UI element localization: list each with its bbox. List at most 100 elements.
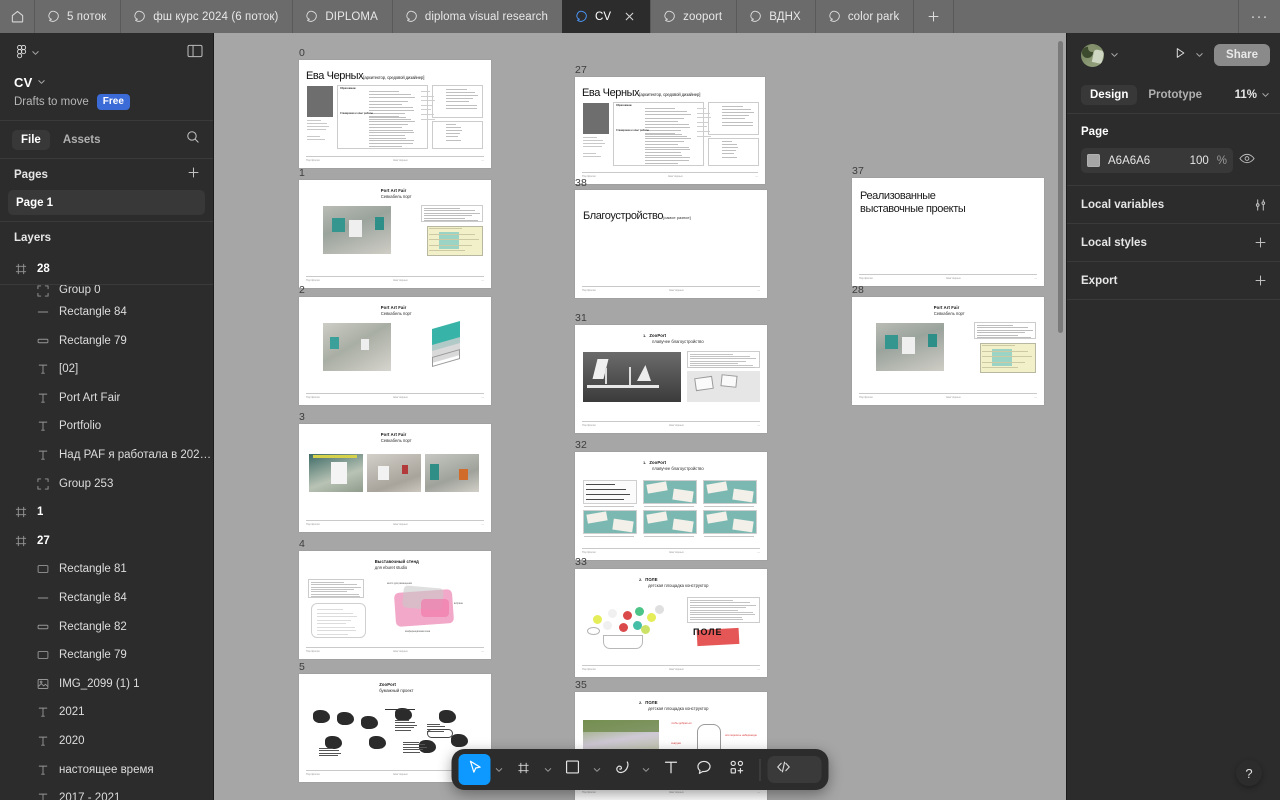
present-options-chevron-icon[interactable] xyxy=(1195,46,1204,64)
add-page-button[interactable] xyxy=(183,165,203,185)
main-menu-button[interactable] xyxy=(14,44,40,62)
section-local-variables[interactable]: Local variables xyxy=(1067,186,1280,223)
frame-label[interactable]: 35 xyxy=(575,679,587,691)
canvas-frame[interactable]: 32 1. ZooPort плавучее благоустройство Портф… xyxy=(575,439,767,560)
tab-color-park[interactable]: color park xyxy=(814,0,914,33)
layer-row[interactable]: настоящее время xyxy=(0,755,213,784)
frame-content[interactable]: Port Art Fair Севкабель порт Портфолио Ева … xyxy=(852,297,1044,405)
shape-tool[interactable] xyxy=(557,754,589,785)
actions-tool[interactable] xyxy=(721,754,753,785)
tab-design[interactable]: Design xyxy=(1081,85,1138,105)
chevron-down-icon[interactable] xyxy=(1110,46,1119,64)
frame-label[interactable]: 2 xyxy=(299,284,305,296)
layer-row[interactable]: 27 xyxy=(0,526,213,555)
tab-overflow-menu-button[interactable]: ··· xyxy=(1238,0,1280,33)
canvas-vertical-scrollbar[interactable] xyxy=(1058,41,1063,333)
frame-content[interactable]: Ева Черных[архитектор, средовой дизайнер… xyxy=(299,60,491,168)
frame-label[interactable]: 33 xyxy=(575,556,587,568)
present-button[interactable] xyxy=(1171,44,1189,67)
layer-row[interactable]: Rectangle 81 xyxy=(0,555,213,584)
layer-row[interactable]: Rectangle 84 xyxy=(0,298,213,327)
layer-row[interactable]: 2017 - 2021 xyxy=(0,784,213,800)
plus-icon[interactable] xyxy=(1250,271,1270,291)
share-button[interactable]: Share xyxy=(1214,44,1270,66)
tab-diploma[interactable]: DIPLOMA xyxy=(292,0,391,33)
frame-label[interactable]: 38 xyxy=(575,177,587,189)
canvas-frame[interactable]: 38 Благоустройство[самое разное] Портфолио… xyxy=(575,177,767,298)
page-fill-field[interactable]: A6A6A6 100 % xyxy=(1081,148,1233,173)
section-export[interactable]: Export xyxy=(1067,262,1280,299)
frame-label[interactable]: 32 xyxy=(575,439,587,451)
layer-row[interactable]: Rectangle 79 xyxy=(0,326,213,355)
frame-label[interactable]: 28 xyxy=(852,284,864,296)
tab-diploma-visual-research[interactable]: diploma visual research xyxy=(391,0,562,33)
help-button[interactable]: ? xyxy=(1236,760,1262,786)
tab-assets[interactable]: Assets xyxy=(54,130,110,150)
layer-row[interactable]: Portfolio xyxy=(0,412,213,441)
frame-label[interactable]: 3 xyxy=(299,411,305,423)
canvas-frame[interactable]: 0 Ева Черных[архитектор, средовой дизайне… xyxy=(299,47,491,168)
frame-label[interactable]: 4 xyxy=(299,538,305,550)
page-item-page-1[interactable]: Page 1 xyxy=(8,190,205,215)
frame-content[interactable]: Благоустройство[самое разное] Портфолио Ев… xyxy=(575,190,767,298)
text-tool[interactable] xyxy=(655,754,687,785)
shape-tool-options[interactable] xyxy=(590,754,605,785)
frame-content[interactable]: Выставочный стенд для eburet studio место … xyxy=(299,551,491,659)
canvas-frame[interactable]: 37 Реализованные выставочные проекты Портфо… xyxy=(852,165,1044,286)
tab-фш-курс-2024-6-поток[interactable]: фш курс 2024 (6 поток) xyxy=(120,0,292,33)
canvas-frame[interactable]: 33 2. ПОЛЕ детская площадка конструктор ПОЛЕ… xyxy=(575,556,767,677)
canvas-frame[interactable]: 27 Ева Черных[архитектор, средовой дизайн… xyxy=(575,64,765,184)
canvas-frame[interactable]: 28 Port Art Fair Севкабель порт Портфолио Ев… xyxy=(852,284,1044,405)
frame-content[interactable]: Port Art Fair Севкабель порт Портфолио Ева … xyxy=(299,180,491,288)
frame-label[interactable]: 37 xyxy=(852,165,864,177)
new-tab-button[interactable] xyxy=(913,0,953,33)
tab-prototype[interactable]: Prototype xyxy=(1139,85,1211,105)
layer-row[interactable]: Rectangle 79 xyxy=(0,641,213,670)
frame-content[interactable]: Port Art Fair Севкабель порт Портфолио Ева … xyxy=(299,424,491,532)
tab-file[interactable]: File xyxy=(12,129,50,150)
layer-row[interactable]: 1 xyxy=(0,498,213,527)
canvas-frame[interactable]: 1 Port Art Fair Севкабель порт Портфолио Ева… xyxy=(299,167,491,288)
frame-label[interactable]: 27 xyxy=(575,64,587,76)
frame-content[interactable]: 1. ZooPort плавучее благоустройство Портфол… xyxy=(575,325,767,433)
fill-opacity-value[interactable]: 100 xyxy=(1190,155,1209,167)
home-button[interactable] xyxy=(0,0,34,33)
layer-row[interactable]: 2021 xyxy=(0,698,213,727)
frame-label[interactable]: 5 xyxy=(299,661,305,673)
comment-tool[interactable] xyxy=(688,754,720,785)
move-tool[interactable] xyxy=(458,754,491,785)
frame-label[interactable]: 31 xyxy=(575,312,587,324)
frame-content[interactable]: 1. ZooPort плавучее благоустройство Портфол… xyxy=(575,452,767,560)
canvas-frame[interactable]: 2 Port Art Fair Севкабель порт Портфолио Ева… xyxy=(299,284,491,405)
file-name-row[interactable]: CV xyxy=(14,73,203,91)
tab-cv[interactable]: CV xyxy=(561,0,651,33)
frame-tool-options[interactable] xyxy=(541,754,556,785)
toggle-sidebar-button[interactable] xyxy=(187,44,203,63)
zoom-control[interactable]: 11% xyxy=(1235,86,1270,104)
fill-hex-value[interactable]: A6A6A6 xyxy=(1108,155,1182,167)
section-local-styles[interactable]: Local styles xyxy=(1067,224,1280,261)
close-icon[interactable] xyxy=(622,10,636,24)
frame-content[interactable]: Ева Черных[архитектор, средовой дизайнер… xyxy=(575,77,765,184)
toggle-page-fill-visibility-button[interactable] xyxy=(1239,152,1255,170)
avatar[interactable] xyxy=(1081,43,1104,67)
tab-вднх[interactable]: ВДНХ xyxy=(736,0,815,33)
move-tool-options[interactable] xyxy=(492,754,507,785)
layer-row[interactable]: Port Art Fair xyxy=(0,383,213,412)
layer-row[interactable]: 28 xyxy=(0,255,213,284)
plus-icon[interactable] xyxy=(1250,233,1270,253)
layer-row[interactable]: Над PAF я работала в 2023 г... xyxy=(0,441,213,470)
tab-5-поток[interactable]: 5 поток xyxy=(34,0,120,33)
canvas[interactable]: 0 Ева Черных[архитектор, средовой дизайне… xyxy=(214,33,1066,800)
variables-icon[interactable] xyxy=(1250,195,1270,215)
frame-tool[interactable] xyxy=(508,754,540,785)
plan-badge[interactable]: Free xyxy=(96,94,130,110)
tab-zooport[interactable]: zooport xyxy=(650,0,736,33)
frame-content[interactable]: Port Art Fair Севкабель порт Портфолио Ева … xyxy=(299,297,491,405)
layer-row[interactable]: Rectangle 84 xyxy=(0,584,213,613)
layer-row[interactable]: Rectangle 82 xyxy=(0,612,213,641)
dev-mode-toggle[interactable] xyxy=(767,756,822,783)
frame-content[interactable]: 2. ПОЛЕ детская площадка конструктор ПОЛЕ По… xyxy=(575,569,767,677)
canvas-frame[interactable]: 3 Port Art Fair Севкабель порт Портфолио Ева… xyxy=(299,411,491,532)
layer-row[interactable]: Group 253 xyxy=(0,469,213,498)
